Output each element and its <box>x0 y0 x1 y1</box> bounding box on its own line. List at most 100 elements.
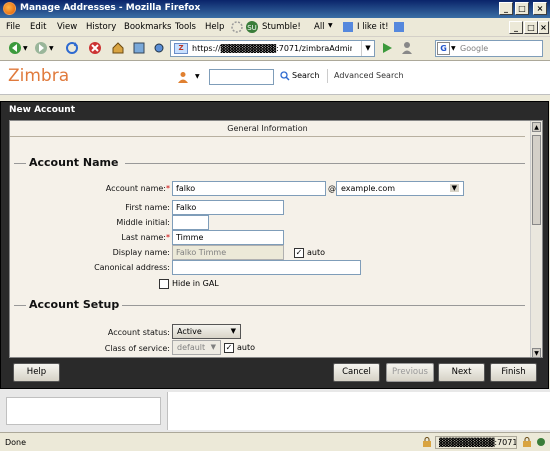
addon-icon[interactable] <box>536 437 546 447</box>
account-name-label-text: Account name: <box>105 184 166 193</box>
display-name-auto-label: auto <box>307 248 326 257</box>
chevron-down-icon: ▼ <box>449 184 459 192</box>
status-text: Done <box>5 438 27 447</box>
domain-value: example.com <box>341 184 396 193</box>
menu-all[interactable]: All <box>314 22 325 32</box>
middle-initial-field[interactable] <box>172 215 209 230</box>
hide-in-gal-label: Hide in GAL <box>172 279 219 288</box>
account-name-field[interactable]: falko <box>172 181 326 196</box>
site-favicon-icon: Z <box>174 43 188 54</box>
cancel-button[interactable]: Cancel <box>333 363 380 382</box>
display-name-field[interactable]: Falko Timme <box>172 245 284 260</box>
menu-bookmarks[interactable]: Bookmarks <box>124 22 172 32</box>
previous-button[interactable]: Previous <box>386 363 434 382</box>
stumbleupon-icon[interactable]: SU <box>245 20 259 34</box>
zimbra-logo-text: Zimbra <box>8 66 70 86</box>
scroll-thumb[interactable] <box>532 135 541 225</box>
advanced-search-link[interactable]: Advanced Search <box>334 71 404 80</box>
dialog-content: General Information Account Name Account… <box>9 120 543 358</box>
last-name-label-text: Last name: <box>121 233 166 242</box>
divider <box>125 163 525 164</box>
settings-icon[interactable] <box>152 41 166 55</box>
last-name-field[interactable]: Timme <box>172 230 284 245</box>
google-icon[interactable]: G <box>437 42 450 55</box>
menu-i-like-it[interactable]: I like it! <box>357 22 389 32</box>
close-button[interactable]: × <box>533 2 547 15</box>
display-name-auto-checkbox[interactable]: ✓ <box>294 248 304 258</box>
search-type-dropdown-icon[interactable]: ▼ <box>195 73 200 80</box>
zimbra-search-button[interactable]: Search <box>292 71 319 80</box>
class-of-service-select[interactable]: default ▼ <box>172 340 221 355</box>
account-status-value: Active <box>177 327 202 336</box>
chevron-down-icon: ▼ <box>230 327 236 335</box>
menu-tools[interactable]: Tools <box>175 22 196 32</box>
back-icon[interactable] <box>8 41 22 55</box>
menubar-minimize-button[interactable]: _ <box>509 21 523 34</box>
go-icon[interactable] <box>380 41 394 55</box>
url-dropdown-icon[interactable]: ▼ <box>361 41 374 56</box>
thumbs-down-icon[interactable] <box>393 21 405 33</box>
menubar-restore-button[interactable]: □ <box>524 21 538 34</box>
menu-edit[interactable]: Edit <box>30 22 46 32</box>
account-status-select[interactable]: Active ▼ <box>172 324 241 339</box>
menu-file[interactable]: File <box>6 22 20 32</box>
svg-text:SU: SU <box>247 24 257 32</box>
menu-history[interactable]: History <box>86 22 116 32</box>
zimbra-search-input[interactable] <box>209 69 274 85</box>
window-title: Manage Addresses - Mozilla Firefox <box>20 3 201 13</box>
forward-icon[interactable] <box>34 41 48 55</box>
search-type-icon[interactable] <box>177 71 189 83</box>
navigation-toolbar: ▼ ▼ Z https://▓▓▓▓▓▓▓▓▓:7071/zimbraAdmin… <box>0 37 550 61</box>
domain-select[interactable]: example.com ▼ <box>336 181 464 196</box>
bookmark-icon[interactable] <box>132 41 146 55</box>
zimbra-logo: Zimbra <box>8 66 69 86</box>
required-marker: * <box>166 184 170 193</box>
scroll-down-icon[interactable]: ▼ <box>532 348 541 357</box>
maximize-button[interactable]: □ <box>515 2 529 15</box>
minimize-button[interactable]: _ <box>499 2 513 15</box>
person-icon[interactable] <box>400 41 414 55</box>
new-account-dialog: New Account General Information Account … <box>0 101 549 389</box>
tab-title: General Information <box>227 124 308 133</box>
window-titlebar: Manage Addresses - Mozilla Firefox _ □ × <box>0 0 550 18</box>
finish-button[interactable]: Finish <box>490 363 537 382</box>
divider <box>327 69 328 83</box>
first-name-label: First name: <box>125 203 170 212</box>
account-status-label: Account status: <box>107 328 170 337</box>
forward-dropdown-icon[interactable]: ▼ <box>49 45 54 52</box>
class-of-service-value: default <box>177 343 206 352</box>
canonical-address-label: Canonical address: <box>94 263 170 272</box>
next-button[interactable]: Next <box>438 363 485 382</box>
scroll-up-icon[interactable]: ▲ <box>532 122 541 132</box>
stop-icon[interactable] <box>88 41 102 55</box>
statusbar: Done ▓▓▓▓▓▓▓▓▓:7071 <box>0 432 550 451</box>
help-button[interactable]: Help <box>13 363 60 382</box>
thumbs-up-icon[interactable] <box>342 21 354 33</box>
menu-help[interactable]: Help <box>205 22 224 32</box>
dialog-scrollbar[interactable]: ▲ ▼ <box>530 121 542 357</box>
first-name-field[interactable]: Falko <box>172 200 284 215</box>
menubar-close-button[interactable]: × <box>538 21 549 34</box>
url-bar[interactable]: Z https://▓▓▓▓▓▓▓▓▓:7071/zimbraAdmin/ ▼ <box>170 40 375 57</box>
back-dropdown-icon[interactable]: ▼ <box>23 45 28 52</box>
security-icon[interactable] <box>522 437 532 447</box>
menu-view[interactable]: View <box>57 22 77 32</box>
divider <box>14 305 26 306</box>
chevron-down-icon[interactable]: ▼ <box>328 22 333 29</box>
display-name-label: Display name: <box>112 248 170 257</box>
reload-icon[interactable] <box>65 41 79 55</box>
lock-icon[interactable] <box>422 437 432 447</box>
middle-initial-label: Middle initial: <box>116 218 170 227</box>
hide-in-gal-checkbox[interactable] <box>159 279 169 289</box>
cos-auto-checkbox[interactable]: ✓ <box>224 343 234 353</box>
menu-stumble[interactable]: Stumble! <box>262 22 301 32</box>
engine-dropdown-icon[interactable]: ▼ <box>451 45 456 52</box>
status-host: ▓▓▓▓▓▓▓▓▓:7071 <box>435 436 517 449</box>
spinner-icon <box>231 21 243 33</box>
required-marker: * <box>166 233 170 242</box>
cos-auto-label: auto <box>237 343 256 352</box>
canonical-address-field[interactable] <box>172 260 361 275</box>
web-search-placeholder: Google <box>460 44 489 53</box>
web-search-box[interactable]: G ▼ Google <box>435 40 543 57</box>
home-icon[interactable] <box>111 41 125 55</box>
